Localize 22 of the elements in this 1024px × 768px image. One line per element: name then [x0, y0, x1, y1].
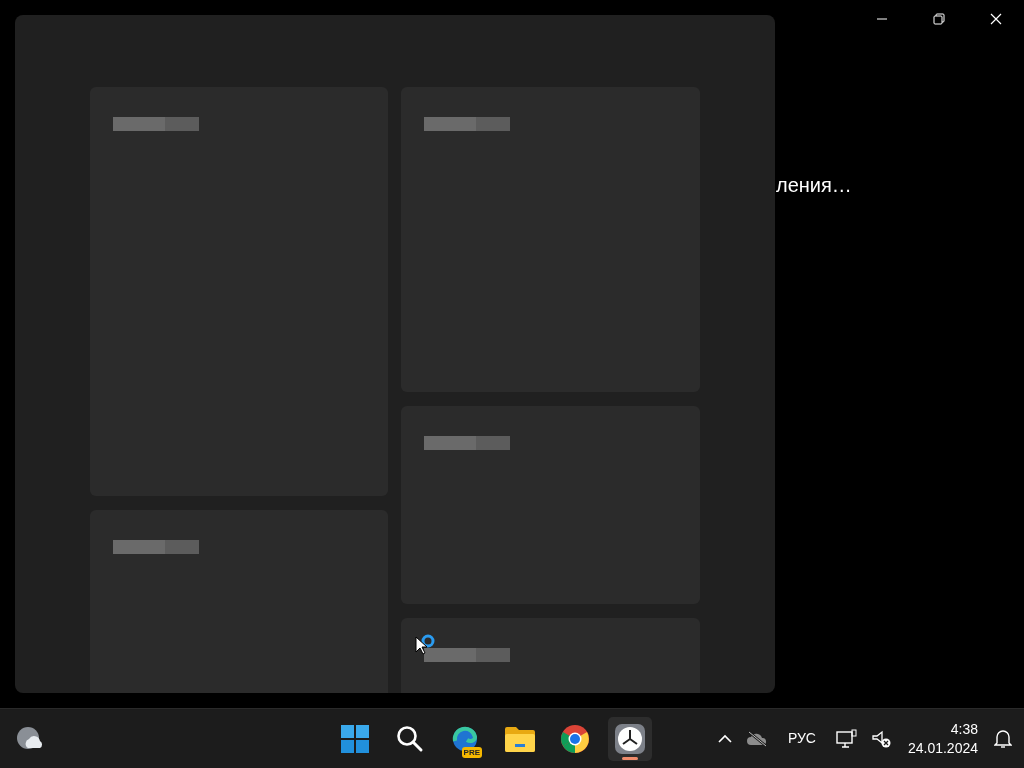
- search-icon: [396, 724, 424, 753]
- restore-icon: [932, 13, 945, 25]
- clock-button[interactable]: 4:38 24.01.2024: [901, 718, 984, 759]
- clock-button[interactable]: [608, 716, 652, 761]
- monitor-icon: [835, 728, 858, 749]
- bell-icon: [994, 728, 1012, 749]
- cloud-off-icon: [745, 730, 768, 747]
- language-button[interactable]: РУС: [777, 724, 826, 753]
- browser-button[interactable]: PRE: [443, 716, 487, 761]
- speaker-muted-icon: [871, 729, 892, 748]
- chrome-icon: [560, 723, 590, 754]
- browser-icon: [451, 724, 479, 753]
- app-badge: PRE: [461, 746, 482, 758]
- cursor-icon: [415, 636, 427, 656]
- cloud-icon: [16, 725, 44, 752]
- chevron-up-icon: [717, 733, 732, 744]
- windows-icon: [340, 723, 370, 754]
- folder-icon: [504, 724, 536, 753]
- close-icon: [989, 13, 1002, 25]
- status-text: ления…: [776, 173, 852, 198]
- clock-icon: [614, 722, 646, 755]
- active-indicator: [622, 756, 638, 760]
